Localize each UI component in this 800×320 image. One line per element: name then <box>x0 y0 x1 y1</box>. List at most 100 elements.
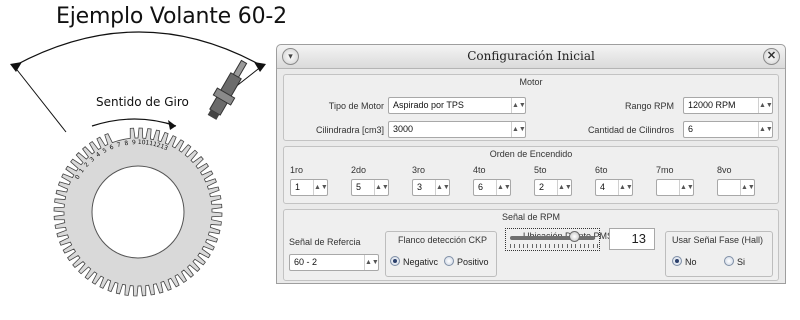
senal-group-title: Señal de RPM <box>501 212 561 222</box>
slider-tick <box>518 244 520 248</box>
orden-slot-value: 1 <box>295 182 301 192</box>
slider-tick <box>553 244 555 248</box>
spin-arrows-icon: ▲▼ <box>618 180 633 195</box>
radio-unselected-icon <box>724 256 734 266</box>
slider-tick <box>588 244 590 248</box>
fase-no-radio[interactable]: No <box>672 255 697 269</box>
rango-rpm-value: 12000 RPM <box>688 100 736 110</box>
orden-slot-select[interactable]: ▲▼ <box>717 179 755 196</box>
cantidad-cilindros-select[interactable]: 6 ▲▼ <box>683 121 773 138</box>
slider-tick <box>570 244 572 248</box>
cilindrada-label: Cilindradra [cm3] <box>315 125 384 135</box>
slider-tick <box>544 244 546 248</box>
direction-arrow <box>91 118 177 127</box>
slider-tick <box>592 244 594 248</box>
title-bar: ▾ Configuración Inicial ✕ <box>277 45 785 69</box>
slider-tick <box>549 244 551 248</box>
orden-slot-value: 6 <box>478 182 484 192</box>
orden-slot-select[interactable]: 5 ▲▼ <box>351 179 389 196</box>
slider-tick <box>597 244 598 248</box>
orden-slot-select[interactable]: 1 ▲▼ <box>290 179 328 196</box>
orden-slot-select[interactable]: 3 ▲▼ <box>412 179 450 196</box>
slider-tick <box>531 244 533 248</box>
spin-arrows-icon: ▲▼ <box>758 98 773 113</box>
fase-hall-group: Usar Señal Fase (Hall) No Si <box>665 231 773 277</box>
ubicacion-pms-slider[interactable] <box>505 228 600 251</box>
slider-tick <box>557 244 559 248</box>
spin-arrows-icon: ▲▼ <box>511 122 526 137</box>
spin-arrows-icon: ▲▼ <box>557 180 572 195</box>
spin-arrows-icon: ▲▼ <box>435 180 450 195</box>
cilindrada-value: 3000 <box>393 124 414 134</box>
orden-slot-select[interactable]: ▲▼ <box>656 179 694 196</box>
slider-ticks <box>510 244 598 249</box>
flanco-positivo-label: Positivo <box>457 257 489 267</box>
orden-slot-label: 2do <box>351 165 367 175</box>
flanco-positivo-radio[interactable]: Positivo <box>444 255 489 269</box>
senal-ref-label: Señal de Refercia <box>289 237 361 247</box>
rango-rpm-label: Rango RPM <box>624 101 674 111</box>
spin-arrows-icon: ▲▼ <box>374 180 389 195</box>
orden-slot-value: 2 <box>539 182 545 192</box>
fase-no-label: No <box>685 257 697 267</box>
arc-leader-left <box>13 65 67 133</box>
rotation-label: Sentido de Giro <box>96 95 189 109</box>
arc-arrowhead-left <box>10 62 22 72</box>
tooth-number: 9 <box>132 139 136 146</box>
slider-tick <box>523 244 525 248</box>
senal-ref-select[interactable]: 60 - 2 ▲▼ <box>289 254 379 271</box>
slider-tick <box>510 244 511 248</box>
slider-tick <box>575 244 577 248</box>
tipo-motor-select[interactable]: Aspirado por TPS ▲▼ <box>388 97 526 114</box>
tipo-motor-value: Aspirado por TPS <box>393 100 464 110</box>
rotation-arc <box>13 31 263 67</box>
flywheel-illustration: 012345 6 7 8 9 10 111213 Sentido de Giro <box>10 31 266 297</box>
ckp-sensor <box>207 59 248 120</box>
motor-group-title: Motor <box>519 77 543 87</box>
slider-tick <box>540 244 542 248</box>
orden-slot-label: 4to <box>473 165 486 175</box>
slider-tick <box>562 244 564 248</box>
radio-selected-icon <box>672 256 682 266</box>
tipo-motor-label: Tipo de Motor <box>328 101 384 111</box>
flanco-negativo-radio[interactable]: Negativc <box>390 255 438 269</box>
slider-tick <box>536 244 538 248</box>
orden-group-title: Orden de Encendido <box>489 149 573 159</box>
config-window: ▾ Configuración Inicial ✕ Motor Tipo de … <box>276 44 786 284</box>
orden-slot-select[interactable]: 2 ▲▼ <box>534 179 572 196</box>
senal-ref-value: 60 - 2 <box>294 257 318 267</box>
cantidad-cilindros-value: 6 <box>688 124 694 134</box>
spin-arrows-icon: ▲▼ <box>313 180 328 195</box>
slider-track <box>510 236 595 240</box>
slider-tick <box>579 244 581 248</box>
window-title: Configuración Inicial <box>467 49 595 63</box>
orden-slot-select[interactable]: 6 ▲▼ <box>473 179 511 196</box>
close-icon[interactable]: ✕ <box>763 48 780 65</box>
fase-si-label: Si <box>737 257 746 267</box>
radio-selected-icon <box>390 256 400 266</box>
slider-tick <box>566 244 568 248</box>
orden-slot-select[interactable]: 4 ▲▼ <box>595 179 633 196</box>
spin-arrows-icon: ▲▼ <box>679 180 694 195</box>
spin-arrows-icon: ▲▼ <box>511 98 526 113</box>
slider-tick <box>584 244 585 248</box>
orden-slot-label: 1ro <box>290 165 304 175</box>
rango-rpm-select[interactable]: 12000 RPM ▲▼ <box>683 97 773 114</box>
spin-arrows-icon: ▲▼ <box>364 255 379 270</box>
flanco-negativo-label: Negativc <box>403 257 439 267</box>
cantidad-cilindros-label: Cantidad de Cilindros <box>587 125 674 135</box>
radio-unselected-icon <box>444 256 454 266</box>
orden-slot-label: 6to <box>595 165 608 175</box>
orden-slot-label: 3ro <box>412 165 426 175</box>
slider-thumb[interactable] <box>569 231 581 242</box>
spin-arrows-icon: ▲▼ <box>758 122 773 137</box>
fase-si-radio[interactable]: Si <box>724 255 745 269</box>
orden-slot-label: 5to <box>534 165 547 175</box>
motor-group: Motor Tipo de Motor Aspirado por TPS ▲▼ … <box>283 74 779 141</box>
slider-tick <box>527 244 529 248</box>
orden-slot-label: 8vo <box>717 165 732 175</box>
spin-arrows-icon: ▲▼ <box>740 180 755 195</box>
ubicacion-pms-value[interactable]: 13 <box>609 228 655 250</box>
cilindrada-input[interactable]: 3000 ▲▼ <box>388 121 526 138</box>
wheel-hole <box>91 165 185 259</box>
